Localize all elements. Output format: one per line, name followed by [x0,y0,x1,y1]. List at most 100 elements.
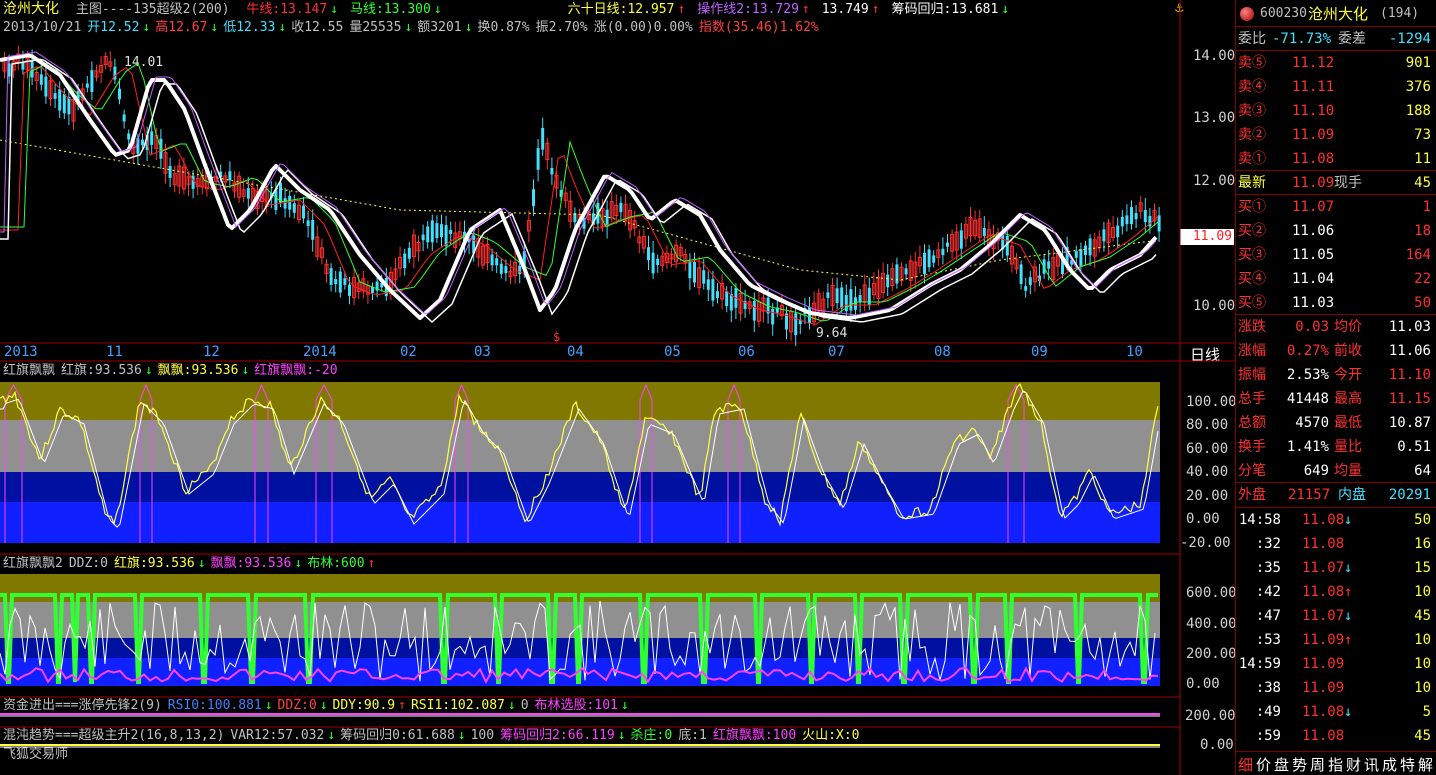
buy-row[interactable]: 买② 11.06 18 [1236,219,1436,243]
header-row2-text: 低12.33 [223,20,276,35]
candle-body [637,236,642,244]
buy-row[interactable]: 买⑤ 11.03 50 [1236,291,1436,315]
candle-body [384,277,388,297]
sell-row[interactable]: 卖④ 11.11 376 [1236,75,1436,99]
candle-body [821,298,826,314]
buy-row-price: 11.03 [1292,295,1335,311]
sell-row[interactable]: 卖② 11.09 73 [1236,123,1436,147]
quote-tab[interactable]: 指 [1328,754,1343,775]
time-label: 2014 [303,344,337,360]
stat-value: 2.53% [1286,367,1329,383]
candle-body [288,195,292,210]
tick-price: 11.08 [1302,536,1345,552]
tick-row[interactable]: :59 11.08 45 [1236,724,1436,748]
candle-body [453,232,458,248]
candle-body [541,127,545,150]
tick-row[interactable]: :53 11.09 ↑ 10 [1236,628,1436,652]
header-row2-item: 高12.67 ↓ [155,20,220,35]
quote-tab[interactable]: 周 [1310,754,1325,775]
tick-row[interactable]: 14:59 11.09 10 [1236,652,1436,676]
arrow-icon: ↓ [142,20,151,35]
candle-body [1038,275,1041,282]
tick-row[interactable]: :35 11.07 ↓ 15 [1236,556,1436,580]
panel1-flag-spike [139,383,153,543]
buy-row[interactable]: 买① 11.07 1 [1236,195,1436,219]
tick-row[interactable]: :38 11.09 10 [1236,676,1436,700]
candle-body [605,209,609,227]
candle-body [1116,225,1120,238]
tick-row[interactable]: :47 11.07 ↓ 45 [1236,604,1436,628]
candle-body [886,274,890,288]
quote-tab[interactable]: 解 [1418,754,1433,775]
candle-body [476,237,481,258]
panel2-band-gray [0,602,1160,638]
buy-row[interactable]: 买④ 11.04 22 [1236,267,1436,291]
candle-body [858,295,862,302]
candle-body [1009,245,1014,265]
candle-body [228,171,232,181]
panel1-title-item: 红旗飘飘 [3,363,58,378]
candle-body [647,247,650,261]
panel1-title-text: 飘飘:93.536 [157,363,239,378]
panel3-title: 资金进出===涨停先锋2(9) RSI0:100.881 ↓ DDZ:0 ↓ DDY:90… [3,697,1173,715]
time-label: 12 [203,344,220,360]
anchor-icon[interactable]: ⚓ [1175,0,1183,16]
stat-label: 量比 [1334,439,1362,455]
stat-row: 振幅 2.53% 今开 11.10 [1236,363,1436,387]
quote-tab[interactable]: 财 [1346,754,1361,775]
sell-row[interactable]: 卖① 11.08 11 [1236,147,1436,171]
quote-tab[interactable]: 势 [1292,754,1307,775]
quote-tab[interactable]: 价 [1256,754,1271,775]
stat-label: 分笔 [1238,463,1266,479]
candle-body [927,249,931,268]
candle-body [1157,215,1161,232]
quote-tab[interactable]: 讯 [1364,754,1379,775]
panel1-title-text: 红旗飘飘:-20 [254,363,338,378]
indicator-text: 六十日线:12.957 [567,2,675,17]
tick-row[interactable]: :32 11.08 16 [1236,532,1436,556]
sell-row[interactable]: 卖⑤ 11.12 901 [1236,51,1436,75]
candle-body [472,235,476,254]
panel1-tick: 80.00 [1186,417,1229,433]
candle-body [941,248,945,256]
panel1-tick: 20.00 [1186,488,1229,504]
header-row2-text: 开12.52 [87,20,140,35]
quote-tab[interactable]: 成 [1382,754,1397,775]
candle-body [977,218,982,238]
panel1-title: 红旗飘飘 红旗:93.536 ↓ 飘飘:93.536 ↓ 红旗飘飘:-20 [3,362,1173,380]
candle-body [191,175,195,189]
candle-body [968,217,973,236]
candle-body [716,291,719,298]
stat-value: 0.03 [1295,319,1329,335]
panel3-title-text: 资金进出===涨停先锋2(9) [3,698,162,713]
tick-row[interactable]: 14:58 11.08 ↓ 50 [1236,508,1436,532]
panel1-tick: -20.00 [1180,535,1231,551]
quote-tab[interactable]: 特 [1400,754,1415,775]
candle-body [485,244,490,264]
buy-row-price: 11.04 [1292,271,1335,287]
chart-area[interactable]: 沧州大化 主图----135超级2(200) 牛线:13.147 ↓ 马线:13.3… [0,0,1237,775]
tick-row[interactable]: :42 11.08 ↑ 10 [1236,580,1436,604]
stat-label: 今开 [1334,367,1362,383]
tick-row[interactable]: :49 11.08 ↓ 5 [1236,700,1436,724]
candle-body [536,148,540,170]
candle-body [550,167,554,175]
buy-row[interactable]: 买③ 11.05 164 [1236,243,1436,267]
stat-value: 649 [1303,463,1329,479]
quote-tab[interactable]: 盘 [1274,754,1289,775]
weibi-row: 委比 -71.73% 委差 -1294 [1238,31,1431,47]
header-indicator: 操作线2:13.729 ↑ [697,2,812,17]
panel1-flag-spike [1007,383,1025,543]
candle-body [702,270,706,284]
quote-tab[interactable]: 细 [1238,754,1253,775]
candle-body [403,253,407,269]
chart-canvas[interactable]: $ [0,0,1235,775]
panel2-bollinger-line [0,593,1158,684]
sell-row-price: 11.09 [1292,127,1335,143]
candle-body [1102,229,1106,242]
candle-body [678,246,683,257]
candle-body [495,258,499,266]
sell-row[interactable]: 卖③ 11.10 188 [1236,99,1436,123]
period-label[interactable]: 日线 [1190,344,1220,365]
candle-body [44,76,48,97]
